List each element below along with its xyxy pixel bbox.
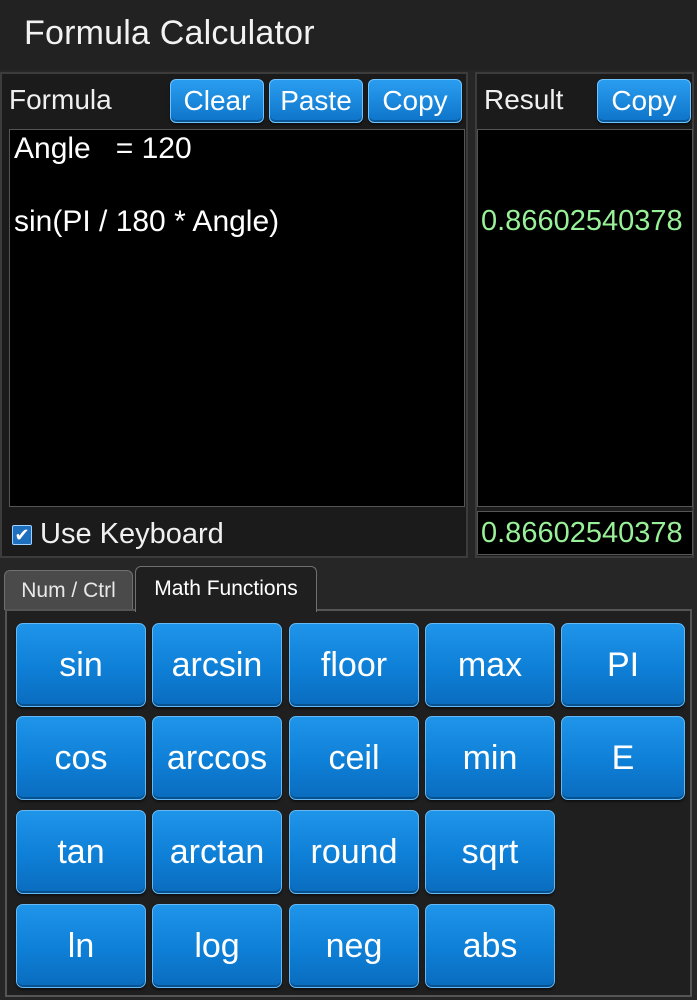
key-min[interactable]: min (425, 716, 555, 800)
key-tan[interactable]: tan (16, 810, 146, 894)
result-output: 0.86602540378 (477, 129, 693, 507)
result-copy-button[interactable]: Copy (597, 79, 691, 123)
key-sin[interactable]: sin (16, 623, 146, 707)
app-title: Formula Calculator (24, 14, 315, 52)
formula-input[interactable]: Angle = 120 sin(PI / 180 * Angle) (9, 129, 465, 507)
final-result: 0.86602540378 (481, 517, 683, 549)
use-keyboard-checkbox[interactable]: ✔ (12, 525, 32, 545)
tab-num-ctrl[interactable]: Num / Ctrl (4, 570, 133, 610)
paste-button[interactable]: Paste (269, 79, 363, 123)
tab-math-functions[interactable]: Math Functions (135, 566, 317, 612)
key-pi[interactable]: PI (561, 623, 685, 707)
key-floor[interactable]: floor (289, 623, 419, 707)
key-arcsin[interactable]: arcsin (152, 623, 282, 707)
title-bar: Formula Calculator (0, 0, 697, 70)
key-sqrt[interactable]: sqrt (425, 810, 555, 894)
key-e[interactable]: E (561, 716, 685, 800)
line-result: 0.86602540378 (481, 205, 683, 237)
key-neg[interactable]: neg (289, 904, 419, 988)
key-abs[interactable]: abs (425, 904, 555, 988)
key-ceil[interactable]: ceil (289, 716, 419, 800)
key-round[interactable]: round (289, 810, 419, 894)
key-arctan[interactable]: arctan (152, 810, 282, 894)
key-ln[interactable]: ln (16, 904, 146, 988)
final-result-box: 0.86602540378 (477, 511, 693, 555)
key-log[interactable]: log (152, 904, 282, 988)
formula-line: Angle = 120 (14, 132, 192, 165)
formula-label: Formula (9, 84, 112, 115)
key-arccos[interactable]: arccos (152, 716, 282, 800)
key-cos[interactable]: cos (16, 716, 146, 800)
formula-line: sin(PI / 180 * Angle) (14, 205, 280, 238)
key-max[interactable]: max (425, 623, 555, 707)
formula-copy-button[interactable]: Copy (368, 79, 462, 123)
result-label: Result (484, 84, 564, 115)
clear-button[interactable]: Clear (170, 79, 264, 123)
use-keyboard-label: Use Keyboard (40, 518, 224, 550)
check-icon: ✔ (14, 525, 30, 545)
